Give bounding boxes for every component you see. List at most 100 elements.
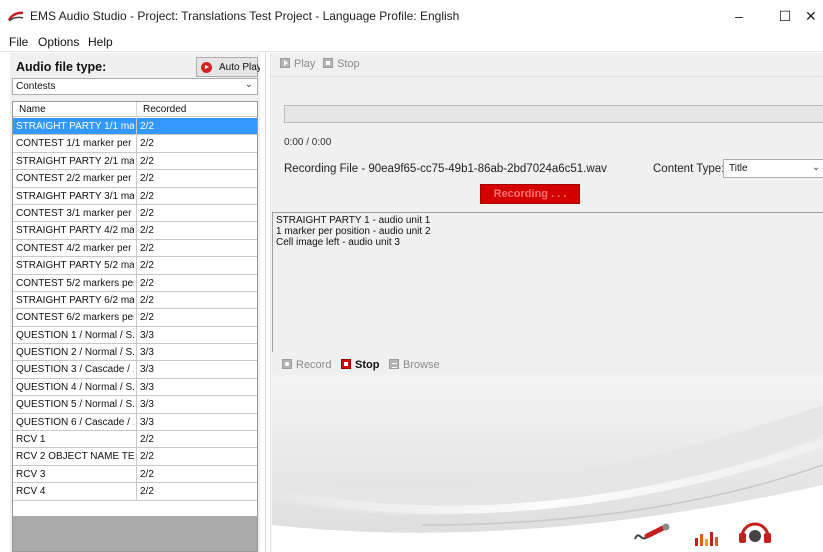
play-circle-icon: [201, 62, 212, 73]
stop-icon: [341, 359, 351, 369]
list-item-recorded: 2/2: [140, 121, 154, 132]
audio-file-type-select[interactable]: Contests ⌄: [12, 78, 258, 95]
list-item-name: CONTEST 6/2 markers per ...: [16, 312, 134, 324]
list-item-recorded: 2/2: [140, 242, 154, 254]
list-item[interactable]: CONTEST 4/2 marker per ... 2/2: [13, 239, 257, 258]
list-item-name: CONTEST 2/2 marker per ...: [16, 173, 134, 185]
minimize-button[interactable]: –: [719, 4, 759, 28]
list-item-recorded: 3/3: [140, 347, 154, 359]
menu-file[interactable]: File: [9, 35, 28, 49]
list-item[interactable]: CONTEST 2/2 marker per ... 2/2: [13, 170, 257, 188]
list-item[interactable]: QUESTION 1 / Normal / S... 3/3: [13, 326, 257, 345]
list-item-name: STRAIGHT PARTY 2/1 ma...: [16, 155, 134, 167]
cell-divider: [136, 152, 137, 170]
column-header-name[interactable]: Name: [19, 104, 46, 115]
playback-progress-bar[interactable]: [284, 105, 823, 123]
list-item-name: QUESTION 6 / Cascade / ...: [16, 416, 134, 428]
list-item-name: CONTEST 3/1 marker per ...: [16, 207, 134, 219]
list-item[interactable]: CONTEST 6/2 markers per ... 2/2: [13, 309, 257, 327]
close-button[interactable]: ✕: [805, 4, 823, 28]
recording-stop-button[interactable]: Stop: [341, 359, 379, 371]
content-type-select[interactable]: Title ⌄: [723, 159, 823, 178]
list-item[interactable]: STRAIGHT PARTY 3/1 ma... 2/2: [13, 187, 257, 205]
list-item[interactable]: CONTEST 1/1 marker per ... 2/2: [13, 135, 257, 153]
list-item[interactable]: STRAIGHT PARTY 4/2 ma... 2/2: [13, 222, 257, 240]
list-item[interactable]: RCV 4 2/2: [13, 483, 257, 501]
browse-button[interactable]: Browse: [389, 359, 440, 371]
menu-options[interactable]: Options: [38, 35, 79, 49]
list-item-recorded: 2/2: [140, 173, 154, 185]
menu-help[interactable]: Help: [88, 35, 113, 49]
content-type-label: Content Type:: [653, 163, 725, 175]
cell-divider: [136, 239, 137, 257]
list-item-recorded: 2/2: [140, 190, 154, 202]
list-item-recorded: 2/2: [140, 277, 154, 289]
list-item[interactable]: CONTEST 3/1 marker per ... 2/2: [13, 204, 257, 223]
list-item[interactable]: STRAIGHT PARTY 5/2 ma... 2/2: [13, 257, 257, 275]
list-item[interactable]: QUESTION 6 / Cascade / ... 3/3: [13, 413, 257, 432]
audio-file-type-label: Audio file type:: [16, 60, 107, 74]
list-item-recorded: 2/2: [140, 207, 154, 219]
auto-play-label: Auto Play: [219, 62, 262, 73]
list-item[interactable]: RCV 3 2/2: [13, 465, 257, 484]
playback-stop-button[interactable]: Stop: [323, 58, 360, 70]
maximize-button[interactable]: ☐: [765, 4, 805, 28]
list-item[interactable]: QUESTION 4 / Normal / S... 3/3: [13, 378, 257, 397]
browse-label: Browse: [403, 359, 440, 371]
recording-stop-label: Stop: [355, 359, 380, 371]
list-item[interactable]: STRAIGHT PARTY 1/1 ma... 2/2: [13, 118, 257, 136]
left-panel: Audio file type: Auto Play Contests ⌄ Na…: [10, 53, 262, 552]
list-item-recorded: 3/3: [140, 364, 154, 376]
list-item-recorded: 3/3: [140, 399, 154, 411]
script-line: STRAIGHT PARTY 1 - audio unit 1: [276, 215, 431, 226]
cell-divider: [136, 291, 137, 309]
record-button[interactable]: Record: [282, 359, 331, 371]
recording-file-label: Recording File - 90ea9f65-cc75-49b1-86ab…: [284, 163, 607, 175]
list-rows: STRAIGHT PARTY 1/1 ma... 2/2 CONTEST 1/1 m…: [13, 118, 257, 501]
list-item-name: RCV 1: [16, 434, 46, 446]
list-item-name: STRAIGHT PARTY 5/2 ma...: [16, 260, 134, 272]
chevron-down-icon: ⌄: [812, 162, 821, 173]
list-item-name: QUESTION 5 / Normal / S...: [16, 399, 134, 411]
list-item[interactable]: RCV 2 OBJECT NAME TE... 2/2: [13, 448, 257, 466]
cell-divider: [136, 465, 137, 483]
list-item[interactable]: QUESTION 5 / Normal / S... 3/3: [13, 396, 257, 414]
cell-divider: [136, 204, 137, 222]
column-header-recorded[interactable]: Recorded: [143, 104, 186, 115]
list-item-recorded: 2/2: [140, 138, 154, 150]
list-item-name: RCV 2 OBJECT NAME TE...: [16, 451, 134, 463]
cell-divider: [136, 118, 137, 135]
list-item[interactable]: STRAIGHT PARTY 6/2 ma... 2/2: [13, 291, 257, 310]
cell-divider: [136, 309, 137, 326]
audio-file-type-value: Contests: [16, 81, 56, 92]
playback-time: 0:00 / 0:00: [284, 137, 332, 148]
cell-divider: [136, 274, 137, 291]
right-panel: Play Stop 0:00 / 0:00 Recording File - 9…: [270, 53, 823, 552]
cell-divider: [136, 187, 137, 204]
list-item-name: RCV 3: [16, 468, 46, 480]
record-label: Record: [296, 359, 332, 371]
play-button[interactable]: Play: [280, 58, 315, 70]
cell-divider: [136, 378, 137, 396]
equalizer-icon: [695, 532, 718, 546]
list-item-recorded: 3/3: [140, 381, 154, 393]
list-item-recorded: 2/2: [140, 468, 154, 480]
list-item-recorded: 2/2: [140, 312, 154, 324]
title-bar: EMS Audio Studio - Project: Translations…: [0, 0, 823, 32]
auto-play-button[interactable]: Auto Play: [196, 57, 262, 77]
list-item-name: QUESTION 1 / Normal / S...: [16, 329, 134, 341]
list-item-recorded: 2/2: [140, 486, 154, 498]
list-item[interactable]: QUESTION 2 / Normal / S... 3/3: [13, 344, 257, 362]
list-item[interactable]: RCV 1 2/2: [13, 431, 257, 449]
script-text-area[interactable]: STRAIGHT PARTY 1 - audio unit 1 1 marker…: [272, 212, 823, 352]
list-item-recorded: 2/2: [140, 294, 154, 306]
list-item[interactable]: CONTEST 5/2 markers per ... 2/2: [13, 274, 257, 292]
cell-divider: [136, 222, 137, 239]
stop-icon: [323, 58, 333, 68]
list-item[interactable]: STRAIGHT PARTY 2/1 ma... 2/2: [13, 152, 257, 171]
list-item-name: QUESTION 2 / Normal / S...: [16, 347, 134, 359]
list-item[interactable]: QUESTION 3 / Cascade / ... 3/3: [13, 361, 257, 379]
list-item-recorded: 2/2: [140, 434, 154, 446]
audio-file-list[interactable]: Name Recorded STRAIGHT PARTY 1/1 ma... 2/…: [12, 101, 258, 552]
list-item-recorded: 2/2: [140, 155, 154, 167]
